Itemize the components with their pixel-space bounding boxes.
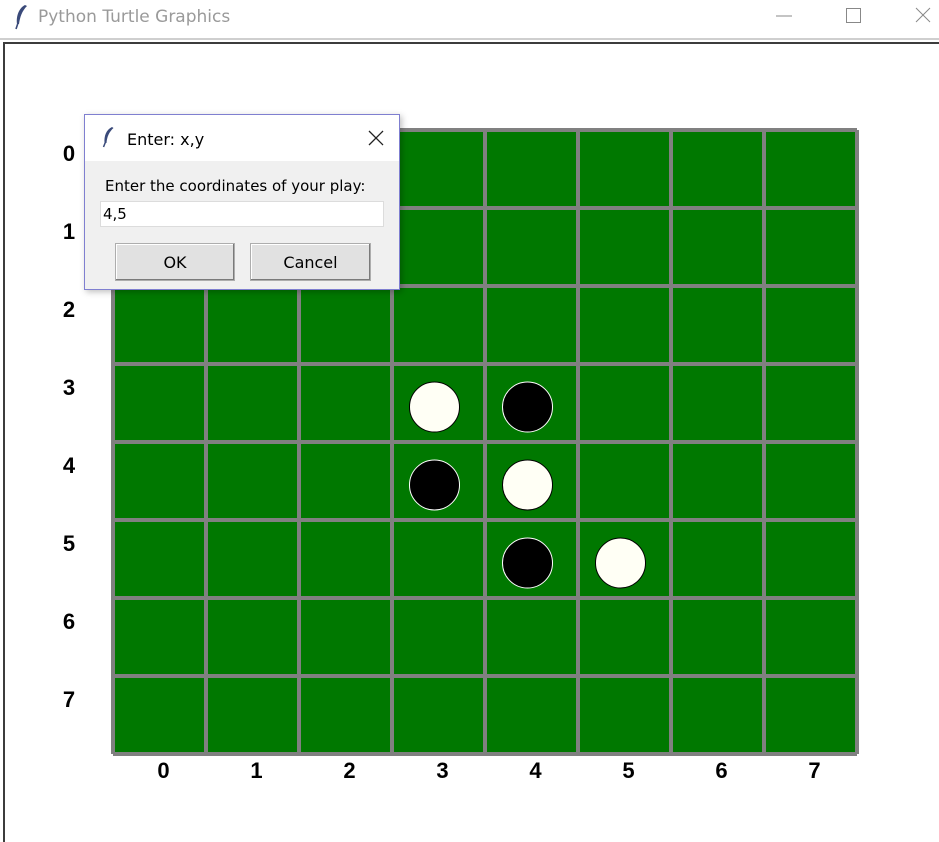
minimize-button[interactable] [760, 0, 806, 34]
column-label: 6 [715, 758, 727, 783]
close-window-button[interactable] [898, 0, 939, 34]
row-label: 1 [63, 219, 75, 244]
column-label: 0 [157, 758, 169, 783]
white-piece [409, 381, 460, 433]
row-label: 7 [63, 687, 75, 712]
column-label: 5 [622, 758, 634, 783]
minimize-icon [776, 15, 792, 17]
window-title: Python Turtle Graphics [38, 7, 231, 27]
black-piece [502, 537, 553, 589]
feather-icon [15, 5, 27, 30]
cancel-button[interactable]: Cancel [250, 243, 371, 281]
titlebar-divider [0, 38, 939, 40]
column-label: 7 [808, 758, 820, 783]
column-label: 1 [250, 758, 262, 783]
black-piece [409, 459, 460, 511]
coordinates-input[interactable] [100, 201, 384, 227]
column-label: 2 [343, 758, 355, 783]
window-titlebar: Python Turtle Graphics [0, 0, 939, 36]
row-label: 4 [63, 453, 76, 478]
input-dialog: Enter: x,y Enter the coordinates of your… [84, 114, 400, 290]
black-piece [502, 381, 553, 433]
white-piece [502, 459, 553, 511]
maximize-button[interactable] [829, 0, 875, 34]
feather-icon [102, 127, 114, 148]
row-label: 0 [63, 141, 75, 166]
row-label: 3 [63, 375, 75, 400]
row-label: 5 [63, 531, 75, 556]
ok-button[interactable]: OK [115, 243, 235, 281]
column-label: 4 [529, 758, 542, 783]
dialog-titlebar: Enter: x,y [85, 115, 399, 161]
dialog-close-button[interactable] [361, 123, 391, 151]
white-piece [595, 537, 646, 589]
column-label: 3 [436, 758, 448, 783]
row-label: 2 [63, 297, 75, 322]
close-icon [915, 7, 931, 23]
dialog-prompt: Enter the coordinates of your play: [105, 177, 366, 195]
dialog-title: Enter: x,y [127, 130, 205, 149]
close-icon [368, 130, 384, 146]
row-label: 6 [63, 609, 75, 634]
maximize-icon [846, 8, 861, 23]
